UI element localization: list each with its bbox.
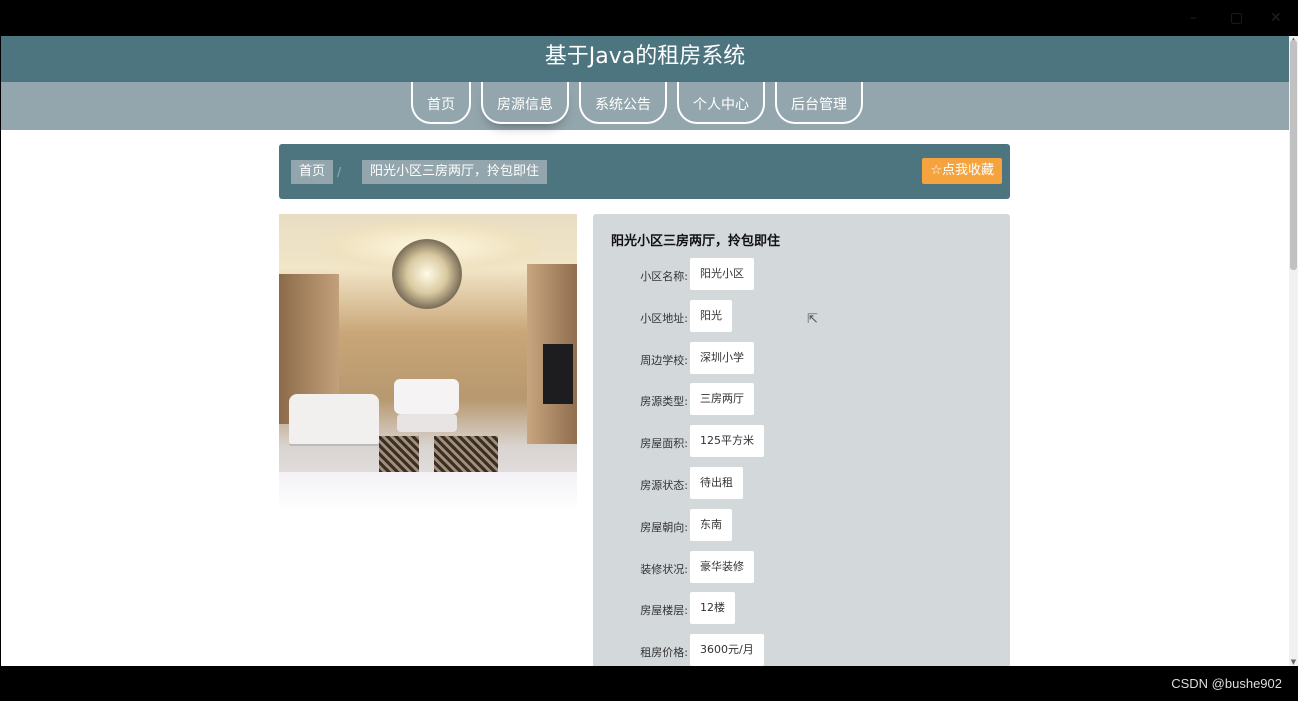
mouse-cursor-icon: ⇱ — [807, 312, 818, 327]
nav-item-profile[interactable]: 个人中心 — [677, 82, 765, 124]
nav-items: 首页 房源信息 系统公告 个人中心 后台管理 — [411, 82, 863, 130]
listing-field-row: 小区名称: 阳光小区 — [593, 258, 1010, 292]
listing-field-row: 小区地址: 阳光 — [593, 299, 1010, 334]
field-label: 房源状态: — [640, 479, 688, 492]
breadcrumb: 首页 / 阳光小区三房两厅，拎包即住 ☆点我收藏 — [279, 144, 1010, 199]
field-label: 房源类型: — [640, 395, 688, 409]
watermark: CSDN @bushe902 — [1171, 676, 1282, 691]
breadcrumb-separator: / — [337, 165, 342, 179]
listing-field-row: 房屋面积: 125平方米 — [593, 425, 1010, 459]
listing-field-row: 房源类型: 三房两厅 — [593, 383, 1010, 417]
photo-chandelier — [392, 239, 462, 309]
minimize-icon[interactable]: – — [1190, 10, 1197, 26]
listing-photo — [279, 214, 577, 512]
listing-field-row: 房屋楼层: 12楼 — [593, 592, 1010, 626]
window-title-bar: – ▢ ✕ — [0, 0, 1298, 36]
field-label: 租房价格: — [640, 646, 688, 660]
listing-field-row: 装修状况: 豪华装修 — [593, 550, 1010, 585]
scrollbar-thumb[interactable] — [1290, 40, 1297, 270]
field-label: 房屋朝向: — [640, 520, 688, 534]
field-value: 125平方米 — [690, 425, 764, 458]
listing-field-row: 周边学校: 深圳小学 — [593, 341, 1010, 376]
field-value: 豪华装修 — [690, 550, 754, 583]
favorite-button[interactable]: ☆点我收藏 — [922, 158, 1002, 184]
listing-field-row: 租房价格: 3600元/月 — [593, 634, 1010, 666]
close-icon[interactable]: ✕ — [1270, 10, 1282, 26]
breadcrumb-current: 阳光小区三房两厅，拎包即住 — [362, 160, 548, 184]
listing-field-row: 房源状态: 待出租 — [593, 467, 1010, 501]
field-label: 小区地址: — [640, 311, 688, 325]
photo-sofa-center — [394, 379, 459, 414]
field-value: 阳光 — [690, 299, 732, 332]
listing-field-row: 房屋朝向: 东南 — [593, 508, 1010, 543]
nav-item-admin[interactable]: 后台管理 — [775, 82, 863, 124]
field-label: 小区名称: — [640, 270, 688, 283]
nav-item-listings[interactable]: 房源信息 — [481, 82, 569, 124]
nav-item-announcements[interactable]: 系统公告 — [579, 82, 667, 124]
maximize-icon[interactable]: ▢ — [1230, 10, 1243, 26]
field-value: 深圳小学 — [690, 341, 754, 374]
photo-sofa-left — [289, 394, 379, 444]
field-label: 装修状况: — [640, 562, 688, 576]
field-value: 东南 — [690, 508, 732, 541]
listing-title: 阳光小区三房两厅，拎包即住 — [611, 234, 781, 249]
photo-floor — [279, 472, 577, 512]
nav-item-home[interactable]: 首页 — [411, 82, 471, 124]
field-value: 阳光小区 — [690, 258, 754, 290]
site-title: 基于Java的租房系统 — [544, 44, 746, 69]
main-nav: 首页 房源信息 系统公告 个人中心 后台管理 — [1, 82, 1289, 130]
field-label: 房屋面积: — [640, 437, 688, 451]
browser-viewport: 基于Java的租房系统 首页 房源信息 系统公告 个人中心 后台管理 首页 / … — [1, 36, 1289, 666]
field-value: 待出租 — [690, 467, 743, 499]
breadcrumb-home[interactable]: 首页 — [291, 160, 334, 184]
scrollbar[interactable]: ▲ ▼ — [1289, 36, 1298, 666]
site-header: 基于Java的租房系统 — [1, 36, 1289, 82]
scroll-down-icon[interactable]: ▼ — [1289, 658, 1298, 666]
bottom-bar: CSDN @bushe902 — [0, 666, 1298, 701]
photo-table — [397, 414, 457, 432]
field-value: 三房两厅 — [690, 383, 754, 416]
photo-tv — [543, 344, 573, 404]
field-label: 周边学校: — [640, 353, 688, 367]
field-value: 3600元/月 — [690, 634, 764, 666]
listing-details: 阳光小区三房两厅，拎包即住 小区名称: 阳光小区 小区地址: 阳光 周边学校: 深圳小学房… — [593, 214, 1010, 666]
field-label: 房屋楼层: — [640, 604, 688, 618]
field-value: 12楼 — [690, 592, 735, 625]
